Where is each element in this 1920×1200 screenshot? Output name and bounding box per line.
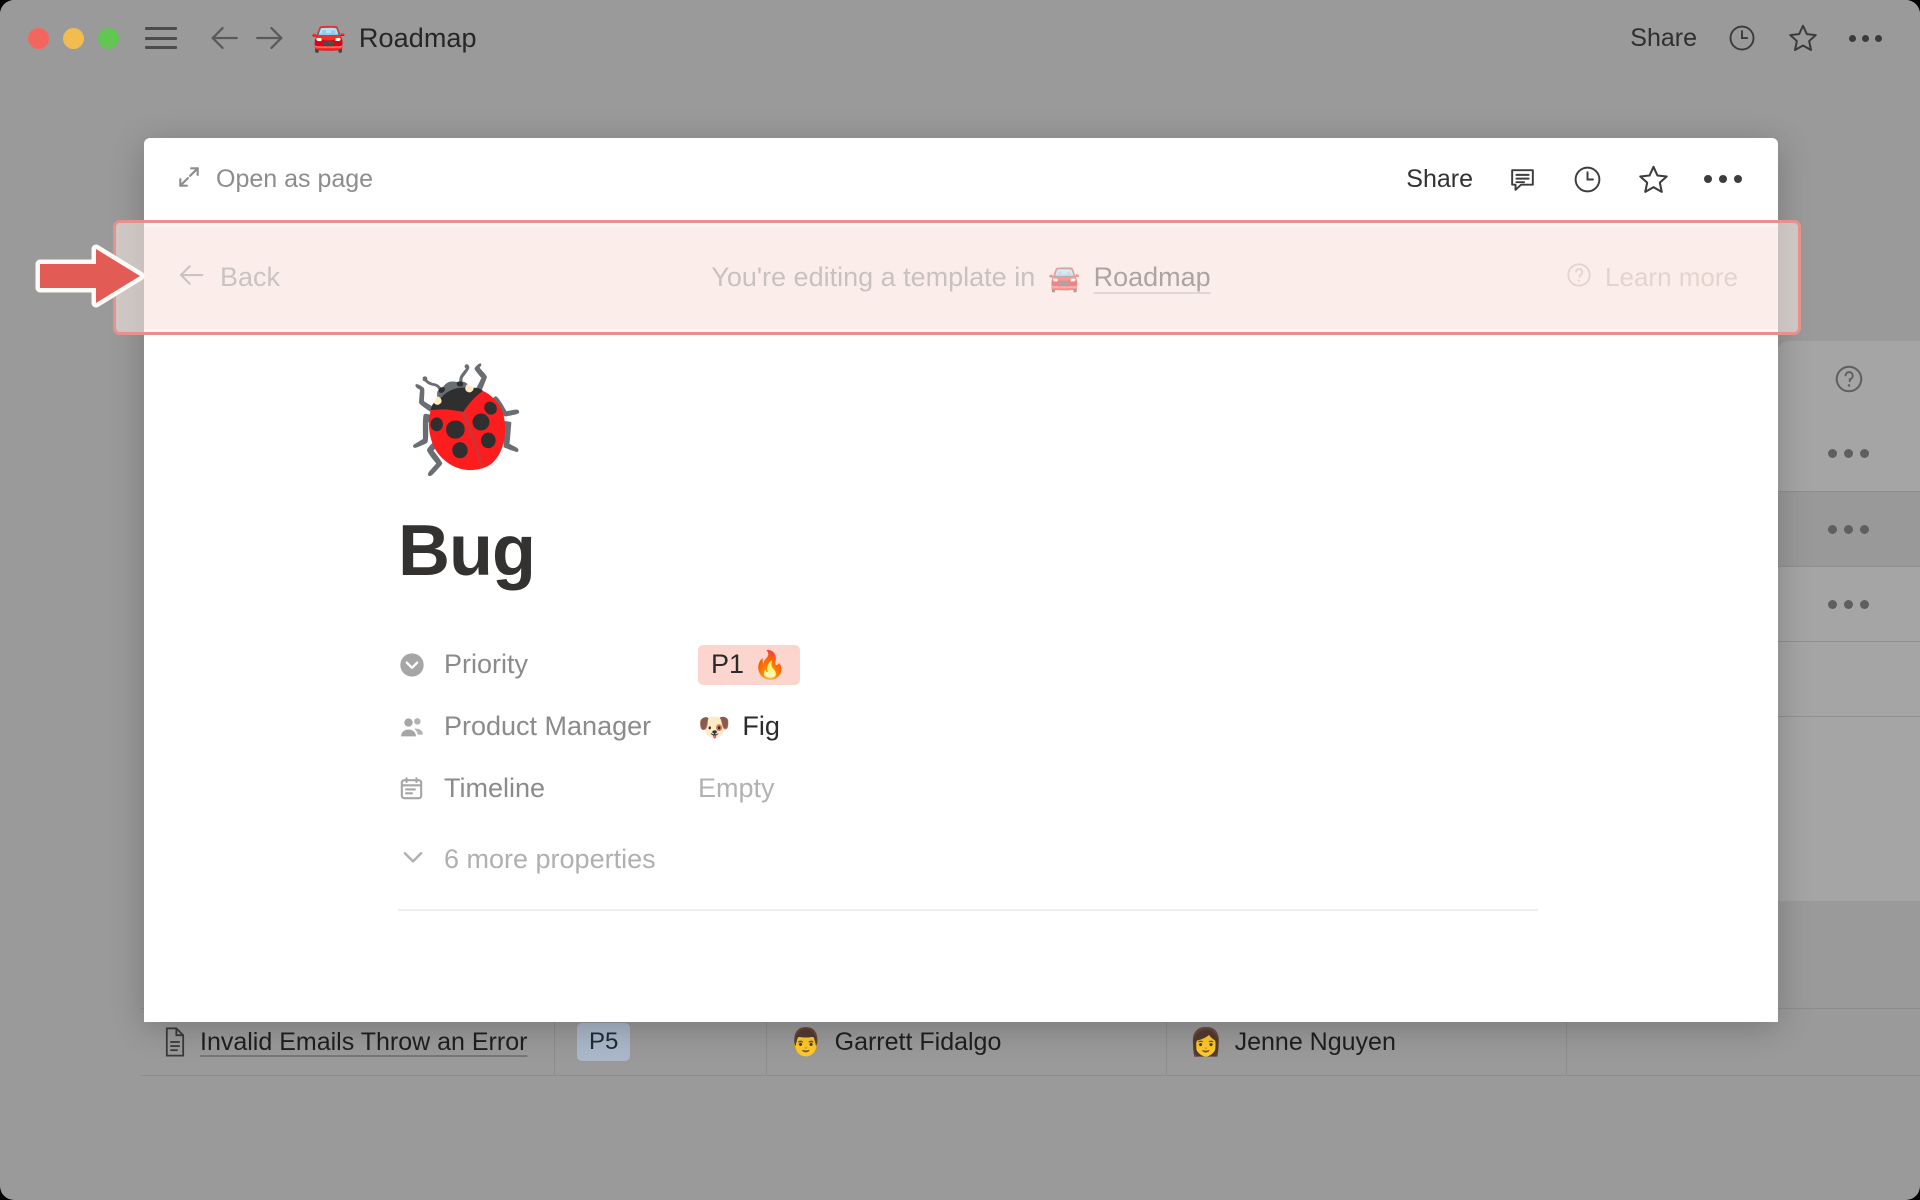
avatar: 👩 bbox=[1189, 1026, 1223, 1057]
side-panel-spacer bbox=[1777, 641, 1920, 716]
arrow-left-icon bbox=[176, 260, 206, 295]
learn-more-link[interactable]: Learn more bbox=[1565, 261, 1738, 294]
page-emoji-icon[interactable]: 🐞 bbox=[398, 363, 1778, 480]
arrow-left-icon[interactable] bbox=[203, 17, 245, 59]
hamburger-bar bbox=[145, 36, 177, 40]
open-as-page-button[interactable]: Open as page bbox=[176, 164, 373, 195]
property-label: Timeline bbox=[444, 773, 546, 804]
banner-message: You're editing a template in bbox=[711, 262, 1036, 292]
red-arrow-right-icon bbox=[34, 244, 146, 308]
table-row-title[interactable]: Invalid Emails Throw an Error bbox=[200, 1028, 527, 1057]
avatar: 🐶 bbox=[698, 711, 731, 742]
traffic-lights bbox=[28, 27, 119, 49]
share-button[interactable]: Share bbox=[1630, 24, 1697, 53]
dot bbox=[1875, 34, 1882, 42]
help-button[interactable] bbox=[1777, 341, 1920, 416]
titlebar-actions: Share bbox=[1630, 22, 1892, 54]
property-label: Product Manager bbox=[444, 711, 652, 742]
modal-share-button[interactable]: Share bbox=[1406, 165, 1473, 194]
modal-header: Open as page Share bbox=[144, 138, 1778, 220]
hamburger-bar bbox=[145, 46, 177, 49]
breadcrumb-title: Roadmap bbox=[358, 22, 477, 53]
clock-icon[interactable] bbox=[1572, 164, 1603, 195]
banner-message-group: You're editing a template in 🚘 Roadmap bbox=[144, 262, 1778, 293]
roadmap-emoji-icon: 🚘 bbox=[311, 22, 346, 53]
hamburger-bar bbox=[145, 27, 177, 30]
side-panel-spacer bbox=[1777, 716, 1920, 791]
select-icon bbox=[398, 651, 436, 679]
window-titlebar: 🚘 Roadmap Share bbox=[0, 0, 1920, 76]
side-panel bbox=[1777, 341, 1920, 901]
priority-chip: P1 🔥 bbox=[698, 644, 800, 685]
person-icon bbox=[398, 713, 436, 741]
back-button[interactable]: Back bbox=[176, 260, 280, 295]
arrow-right-icon[interactable] bbox=[249, 17, 291, 59]
star-icon[interactable] bbox=[1637, 163, 1670, 196]
status-badge: P5 bbox=[577, 1023, 631, 1061]
maximize-window-button[interactable] bbox=[98, 27, 119, 49]
dot bbox=[1719, 175, 1727, 183]
dot bbox=[1862, 34, 1869, 42]
minimize-window-button[interactable] bbox=[63, 27, 84, 49]
property-row-product-manager[interactable]: Product Manager 🐶 Fig bbox=[398, 696, 1778, 758]
content-divider bbox=[398, 908, 1538, 911]
ellipsis-icon[interactable] bbox=[1849, 34, 1882, 42]
database-link[interactable]: Roadmap bbox=[1094, 262, 1211, 293]
property-value[interactable]: Empty bbox=[698, 773, 775, 804]
modal-body: 🐞 Bug Priority P1 🔥 Product Manager 🐶 Fi… bbox=[144, 335, 1778, 1022]
person-name: Garrett Fidalgo bbox=[834, 1027, 1002, 1056]
page-icon bbox=[162, 1027, 188, 1057]
property-label: Priority bbox=[444, 649, 529, 680]
back-label: Back bbox=[220, 262, 281, 292]
chevron-down-icon bbox=[398, 842, 428, 877]
question-circle-icon bbox=[1565, 261, 1593, 294]
modal-actions: Share bbox=[1406, 163, 1742, 196]
app-window: 🚘 Roadmap Share Invalid Emails Throw an … bbox=[0, 0, 1920, 1200]
ellipsis-icon[interactable] bbox=[1704, 175, 1742, 183]
ellipsis-icon bbox=[1828, 449, 1869, 458]
person-name: Fig bbox=[742, 711, 780, 742]
dot bbox=[1734, 175, 1742, 183]
comment-icon[interactable] bbox=[1507, 164, 1538, 195]
dot bbox=[1849, 34, 1856, 42]
ellipsis-icon bbox=[1828, 599, 1869, 609]
star-icon[interactable] bbox=[1787, 22, 1819, 54]
property-value[interactable]: P1 🔥 bbox=[698, 644, 800, 685]
page-title[interactable]: Bug bbox=[398, 510, 1778, 592]
roadmap-emoji-icon: 🚘 bbox=[1048, 262, 1081, 293]
question-circle-icon bbox=[1835, 365, 1862, 392]
more-properties-toggle[interactable]: 6 more properties bbox=[398, 842, 1778, 877]
fire-emoji-icon: 🔥 bbox=[753, 649, 787, 680]
clock-icon[interactable] bbox=[1727, 23, 1757, 53]
row-menu-button[interactable] bbox=[1777, 491, 1920, 566]
close-window-button[interactable] bbox=[28, 27, 49, 49]
expand-arrows-icon bbox=[176, 164, 202, 195]
ellipsis-icon bbox=[1828, 524, 1869, 534]
breadcrumb[interactable]: 🚘 Roadmap bbox=[311, 23, 477, 54]
dot bbox=[1704, 175, 1712, 183]
row-menu-button[interactable] bbox=[1777, 416, 1920, 491]
calendar-icon bbox=[398, 775, 436, 802]
property-row-timeline[interactable]: Timeline Empty bbox=[398, 758, 1778, 820]
hamburger-icon[interactable] bbox=[145, 27, 177, 49]
property-list: Priority P1 🔥 Product Manager 🐶 Fig Time… bbox=[398, 634, 1778, 820]
more-properties-label: 6 more properties bbox=[444, 843, 656, 874]
template-editing-banner: Back You're editing a template in 🚘 Road… bbox=[144, 226, 1778, 329]
property-value[interactable]: 🐶 Fig bbox=[698, 711, 780, 742]
row-menu-button[interactable] bbox=[1777, 566, 1920, 641]
open-as-page-label: Open as page bbox=[216, 164, 374, 193]
learn-more-label: Learn more bbox=[1605, 262, 1738, 292]
property-row-priority[interactable]: Priority P1 🔥 bbox=[398, 634, 1778, 696]
person-name: Jenne Nguyen bbox=[1234, 1027, 1396, 1056]
priority-value: P1 bbox=[711, 649, 745, 680]
avatar: 👨 bbox=[789, 1026, 823, 1057]
